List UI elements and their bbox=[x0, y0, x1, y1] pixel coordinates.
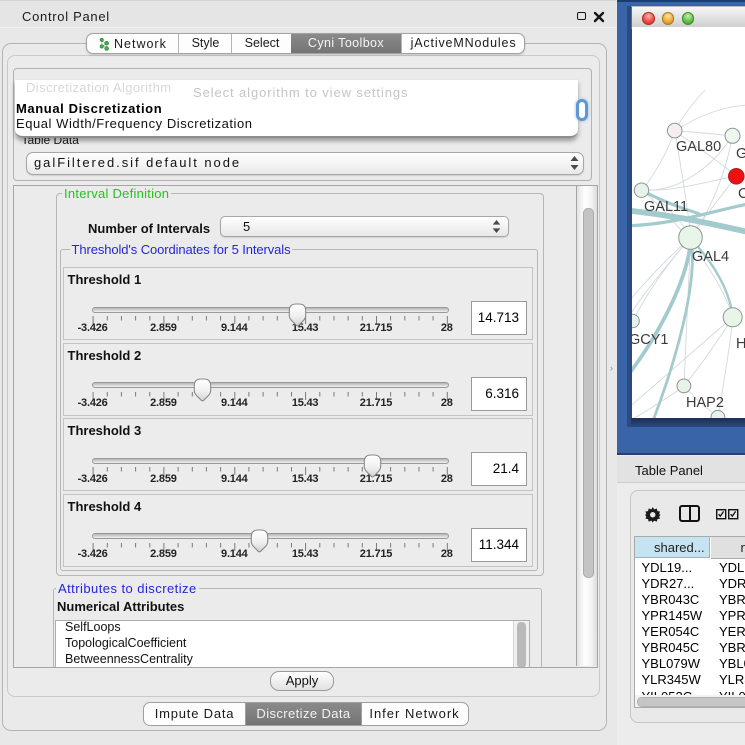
svg-text:GAL11: GAL11 bbox=[644, 199, 688, 215]
svg-text:C: C bbox=[738, 186, 745, 202]
svg-text:H: H bbox=[736, 336, 745, 352]
svg-text:GCY1: GCY1 bbox=[632, 332, 669, 348]
svg-text:HAP2: HAP2 bbox=[686, 395, 724, 411]
svg-text:GAL4: GAL4 bbox=[692, 249, 729, 265]
svg-text:GAL80: GAL80 bbox=[676, 139, 721, 155]
svg-text:G: G bbox=[736, 146, 745, 162]
